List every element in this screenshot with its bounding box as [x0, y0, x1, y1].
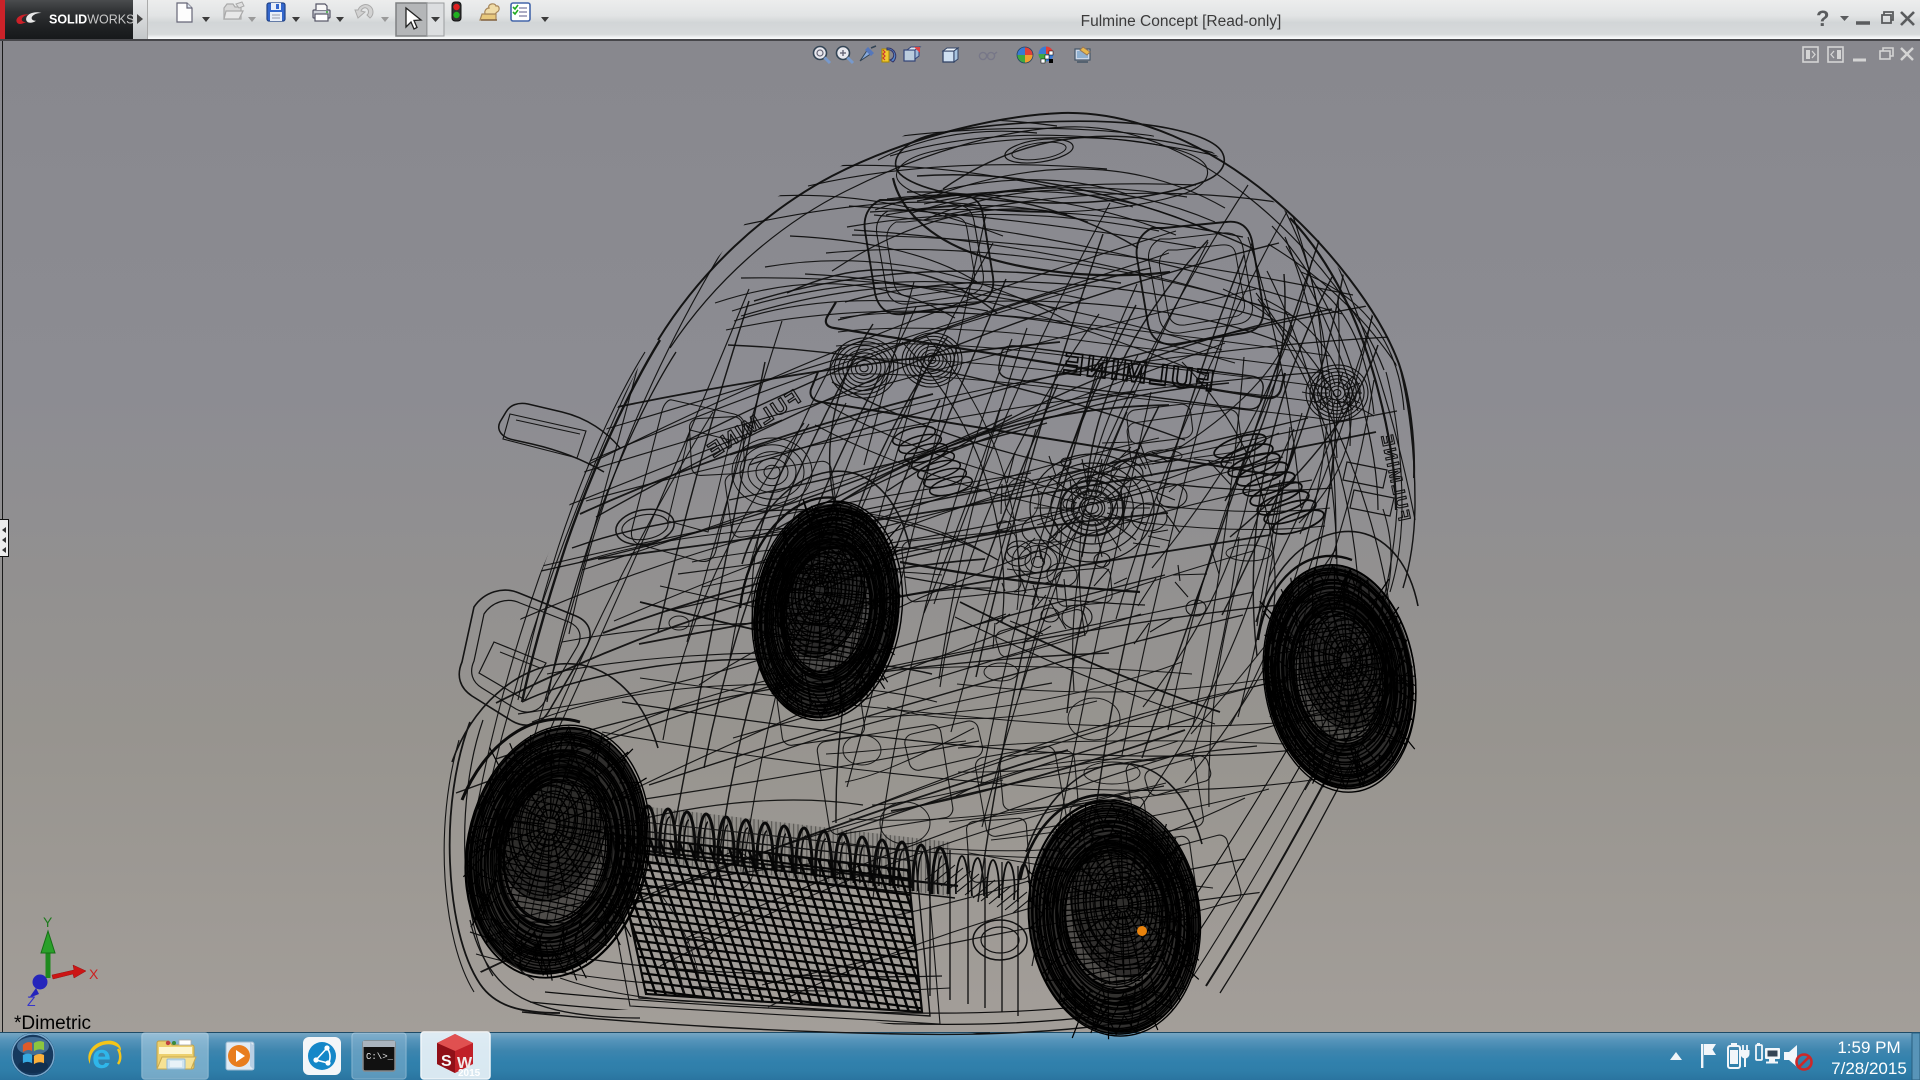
svg-text:Y: Y — [43, 914, 53, 930]
svg-text:Z: Z — [27, 993, 36, 1009]
svg-text:FULMINE: FULMINE — [1377, 431, 1414, 523]
svg-text:SOLIDWORKS: SOLIDWORKS — [49, 13, 134, 27]
svg-text:S: S — [441, 1053, 452, 1070]
svg-text:7/28/2015: 7/28/2015 — [1831, 1059, 1907, 1078]
svg-text:1:59 PM: 1:59 PM — [1837, 1038, 1900, 1057]
svg-text:2015: 2015 — [458, 1068, 481, 1079]
svg-text:X: X — [89, 966, 99, 982]
svg-text:C:\>_: C:\>_ — [366, 1052, 394, 1062]
svg-text:?: ? — [1816, 6, 1829, 31]
